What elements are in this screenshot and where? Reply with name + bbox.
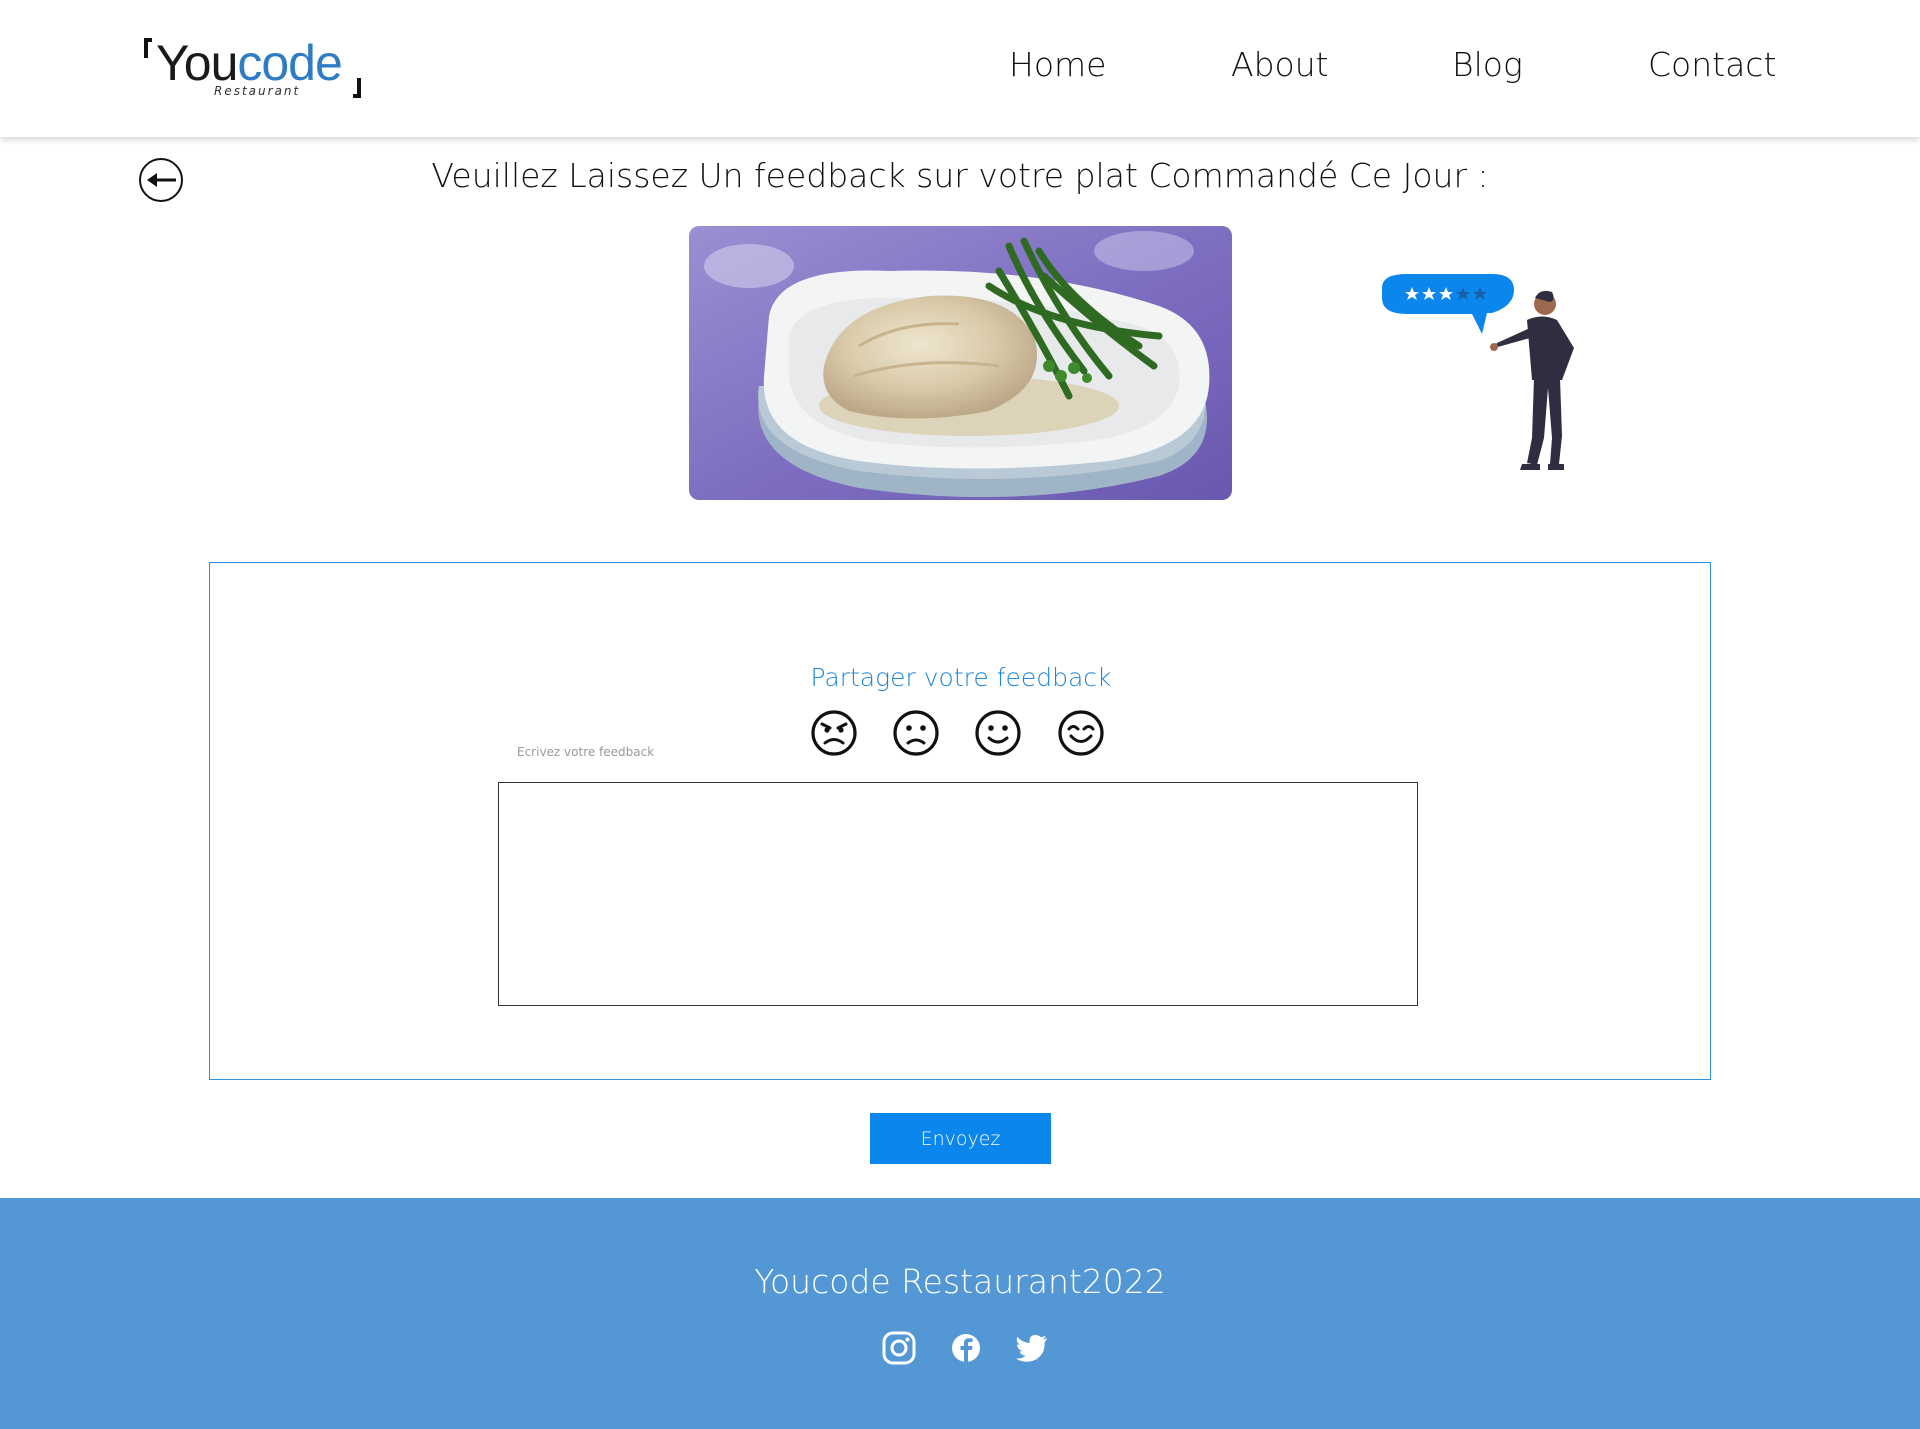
sad-face-icon[interactable] bbox=[892, 709, 940, 757]
submit-button[interactable]: Envoyez bbox=[870, 1113, 1051, 1164]
dish-photo bbox=[689, 226, 1232, 500]
footer-title: Youcode Restaurant2022 bbox=[754, 1262, 1166, 1301]
feedback-title: Partager votre feedback bbox=[810, 663, 1112, 692]
twitter-icon[interactable] bbox=[1014, 1330, 1050, 1366]
emoji-rating-row bbox=[810, 709, 1130, 761]
main-nav: Home About Blog Contact bbox=[0, 45, 1920, 91]
nav-link-blog[interactable]: Blog bbox=[1452, 45, 1523, 84]
feedback-textarea[interactable] bbox=[498, 782, 1418, 1006]
feedback-field-label: Ecrivez votre feedback bbox=[517, 745, 655, 759]
nav-link-about[interactable]: About bbox=[1231, 45, 1329, 84]
facebook-icon[interactable] bbox=[948, 1330, 984, 1366]
smile-face-icon[interactable] bbox=[974, 709, 1022, 757]
nav-link-home[interactable]: Home bbox=[1009, 45, 1106, 84]
site-header: Youcode Restaurant Home About Blog Conta… bbox=[0, 0, 1920, 137]
happy-face-icon[interactable] bbox=[1057, 709, 1105, 757]
nav-link-contact[interactable]: Contact bbox=[1648, 45, 1776, 84]
angry-face-icon[interactable] bbox=[810, 709, 858, 757]
feedback-panel: Partager votre feedback Ecrivez votre fe… bbox=[209, 562, 1711, 1080]
page-title: Veuillez Laissez Un feedback sur votre p… bbox=[431, 156, 1489, 195]
instagram-icon[interactable] bbox=[881, 1330, 917, 1366]
site-footer: Youcode Restaurant2022 bbox=[0, 1198, 1920, 1429]
rating-illustration bbox=[1372, 268, 1582, 478]
